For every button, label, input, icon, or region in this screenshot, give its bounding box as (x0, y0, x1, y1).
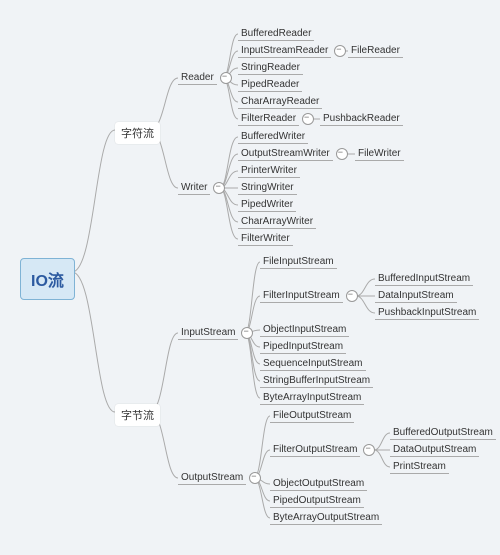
datainputstream-node[interactable]: DataInputStream (375, 289, 457, 303)
filteroutputstream-node[interactable]: FilterOutputStream (270, 443, 375, 457)
fileinputstream-node[interactable]: FileInputStream (260, 255, 337, 269)
pipedreader-node[interactable]: PipedReader (238, 78, 302, 92)
pushbackreader-node[interactable]: PushbackReader (320, 112, 403, 126)
collapse-icon[interactable] (241, 327, 253, 339)
objectoutputstream-node[interactable]: ObjectOutputStream (270, 477, 367, 491)
fileoutputstream-node[interactable]: FileOutputStream (270, 409, 354, 423)
writer-node[interactable]: Writer (178, 181, 225, 195)
collapse-icon[interactable] (336, 148, 348, 160)
inputstreamreader-node[interactable]: InputStreamReader (238, 44, 346, 58)
dataoutputstream-node[interactable]: DataOutputStream (390, 443, 479, 457)
collapse-icon[interactable] (346, 290, 358, 302)
objectinputstream-node[interactable]: ObjectInputStream (260, 323, 349, 337)
collapse-icon[interactable] (249, 472, 261, 484)
stringreader-node[interactable]: StringReader (238, 61, 303, 75)
outputstream-label: OutputStream (178, 471, 246, 485)
bufferedoutputstream-node[interactable]: BufferedOutputStream (390, 426, 496, 440)
chararraywriter-node[interactable]: CharArrayWriter (238, 215, 316, 229)
collapse-icon[interactable] (302, 113, 314, 125)
pipedwriter-node[interactable]: PipedWriter (238, 198, 296, 212)
collapse-icon[interactable] (213, 182, 225, 194)
root-node[interactable]: IO流 (20, 258, 75, 300)
inputstream-node[interactable]: InputStream (178, 326, 253, 340)
charstream-node[interactable]: 字符流 (115, 122, 160, 144)
printerwriter-node[interactable]: PrinterWriter (238, 164, 300, 178)
sequenceinputstream-node[interactable]: SequenceInputStream (260, 357, 366, 371)
stringbufferinputstream-node[interactable]: StringBufferInputStream (260, 374, 373, 388)
bytestream-node[interactable]: 字节流 (115, 404, 160, 426)
bytestream-label: 字节流 (115, 404, 160, 426)
outputstreamwriter-node[interactable]: OutputStreamWriter (238, 147, 348, 161)
pushbackinputstream-node[interactable]: PushbackInputStream (375, 306, 479, 320)
writer-label: Writer (178, 181, 210, 195)
inputstream-label: InputStream (178, 326, 238, 340)
collapse-icon[interactable] (220, 72, 232, 84)
filereader-node[interactable]: FileReader (348, 44, 403, 58)
outputstream-node[interactable]: OutputStream (178, 471, 261, 485)
bufferedinputstream-node[interactable]: BufferedInputStream (375, 272, 473, 286)
bytearrayinputstream-node[interactable]: ByteArrayInputStream (260, 391, 364, 405)
bufferedreader-node[interactable]: BufferedReader (238, 27, 314, 41)
filterwriter-node[interactable]: FilterWriter (238, 232, 293, 246)
filterreader-node[interactable]: FilterReader (238, 112, 314, 126)
collapse-icon[interactable] (363, 444, 375, 456)
filewriter-node[interactable]: FileWriter (355, 147, 404, 161)
bytearrayoutputstream-node[interactable]: ByteArrayOutputStream (270, 511, 382, 525)
charstream-label: 字符流 (115, 122, 160, 144)
stringwriter-node[interactable]: StringWriter (238, 181, 297, 195)
collapse-icon[interactable] (334, 45, 346, 57)
bufferedwriter-node[interactable]: BufferedWriter (238, 130, 308, 144)
reader-label: Reader (178, 71, 217, 85)
pipedoutputstream-node[interactable]: PipedOutputStream (270, 494, 364, 508)
root-label: IO流 (20, 258, 75, 300)
printstream-node[interactable]: PrintStream (390, 460, 449, 474)
chararrayreader-node[interactable]: CharArrayReader (238, 95, 322, 109)
filterinputstream-node[interactable]: FilterInputStream (260, 289, 358, 303)
reader-node[interactable]: Reader (178, 71, 232, 85)
pipedinputstream-node[interactable]: PipedInputStream (260, 340, 346, 354)
